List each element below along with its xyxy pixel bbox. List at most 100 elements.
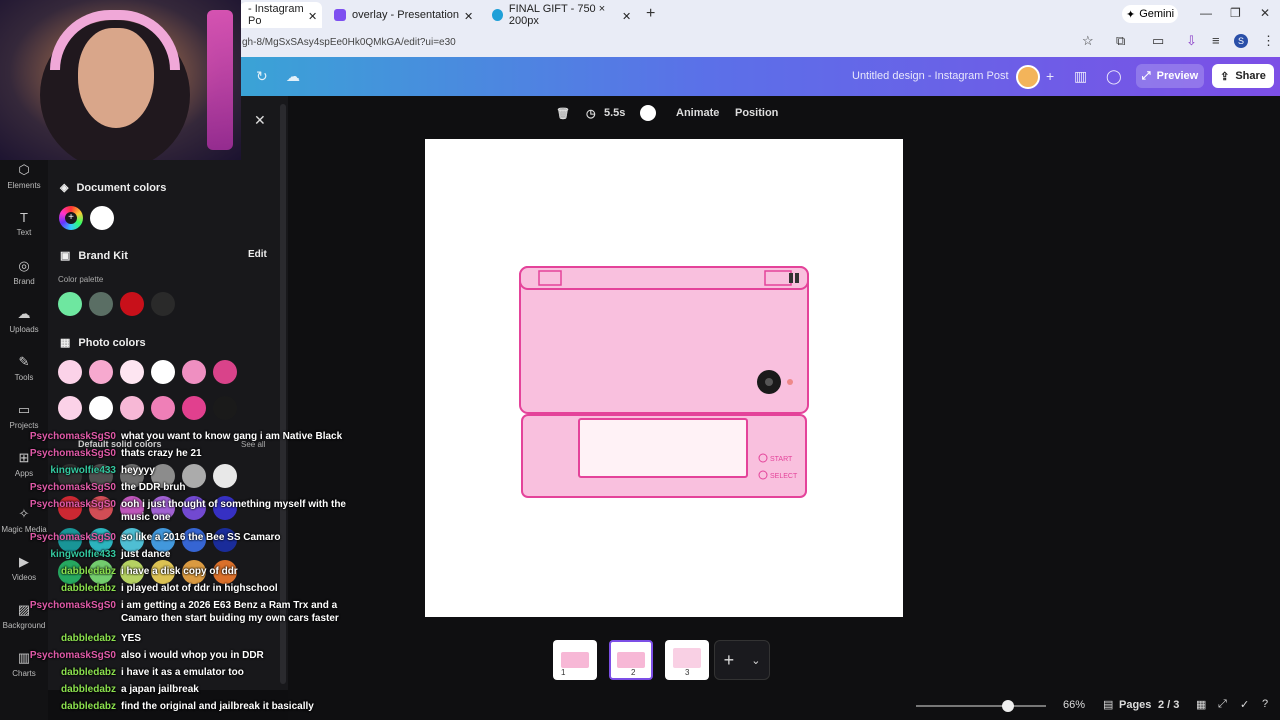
- close-icon[interactable]: ✕: [622, 5, 631, 27]
- download-icon[interactable]: ⇩: [1186, 33, 1197, 49]
- photo-color-swatch[interactable]: [182, 360, 206, 384]
- rail-label: Brand: [13, 277, 35, 286]
- photo-color-swatch[interactable]: [58, 360, 82, 384]
- brand-kit-header: ▣ Brand Kit: [60, 249, 128, 263]
- headphones: [50, 10, 180, 70]
- window-close-icon[interactable]: ✕: [1260, 6, 1270, 20]
- document-color-swatch[interactable]: [90, 206, 114, 230]
- design-canvas[interactable]: START SELECT: [425, 139, 903, 617]
- chat-username: dabbledabz: [60, 583, 116, 594]
- photo-color-swatch[interactable]: [89, 360, 113, 384]
- photo-color-swatch[interactable]: [151, 396, 175, 420]
- photo-color-swatch[interactable]: [120, 360, 144, 384]
- select-label: SELECT: [770, 473, 798, 480]
- more-icon[interactable]: ⋮: [1262, 33, 1275, 49]
- chat-username: dabbledabz: [60, 701, 116, 712]
- photo-colors-header: ▦ Photo colors: [60, 336, 146, 350]
- edit-brand-kit-link[interactable]: Edit: [248, 249, 267, 260]
- gemini-label: Gemini: [1139, 8, 1175, 20]
- animate-button[interactable]: Animate: [676, 107, 719, 119]
- photo-color-swatch[interactable]: [120, 396, 144, 420]
- sparkle-icon: ✦: [1125, 8, 1136, 21]
- tab-title: - Instagram Po: [248, 3, 304, 27]
- zoom-slider-track[interactable]: [916, 705, 1046, 707]
- redo-icon[interactable]: ↻: [256, 68, 268, 85]
- menu-icon[interactable]: ≡: [1212, 33, 1220, 48]
- chat-text: i have it as a emulator too: [121, 667, 244, 678]
- folder-icon: ▭: [17, 402, 31, 417]
- photo-color-swatch[interactable]: [58, 396, 82, 420]
- collaborator-avatar[interactable]: [1016, 65, 1040, 89]
- rail-projects[interactable]: ▭ Projects: [0, 402, 48, 430]
- page-thumbnail[interactable]: 1: [553, 640, 597, 680]
- analytics-icon[interactable]: ▥: [1074, 68, 1087, 85]
- tab-overlay[interactable]: overlay - Presentation: [326, 4, 476, 26]
- gemini-button[interactable]: ✦ Gemini: [1122, 5, 1178, 23]
- add-color-button[interactable]: +: [59, 206, 83, 230]
- brand-color-swatch[interactable]: [58, 292, 82, 316]
- profile-avatar[interactable]: S: [1234, 34, 1248, 48]
- maximize-icon[interactable]: ❐: [1230, 6, 1241, 20]
- photo-color-swatch[interactable]: [182, 396, 206, 420]
- extensions-icon[interactable]: ⧉: [1116, 33, 1125, 49]
- pages-button[interactable]: Pages: [1119, 699, 1151, 711]
- add-page-button[interactable]: + ⌄: [714, 640, 770, 680]
- chat-text: find the original and jailbreak it basic…: [121, 701, 314, 712]
- tab-title: overlay - Presentation: [352, 9, 459, 21]
- chat-username: PsychomaskSgS0: [29, 482, 116, 493]
- comment-icon[interactable]: ◯: [1106, 68, 1122, 85]
- check-icon[interactable]: ✓: [1240, 698, 1249, 711]
- bookmark-star-icon[interactable]: ☆: [1082, 33, 1094, 49]
- photo-color-swatch[interactable]: [151, 360, 175, 384]
- rail-elements[interactable]: ⬡ Elements: [0, 162, 48, 190]
- canva-favicon-icon: [334, 9, 346, 21]
- brand-color-swatch[interactable]: [151, 292, 175, 316]
- pink-handheld-illustration[interactable]: START SELECT: [425, 139, 903, 617]
- thumb-preview: [673, 648, 701, 668]
- document-colors-header: ◈ Document colors: [60, 181, 167, 195]
- close-icon[interactable]: ✕: [308, 5, 317, 27]
- rail-brand[interactable]: ◎ Brand: [0, 258, 48, 286]
- grid-view-icon[interactable]: ▦: [1196, 698, 1206, 711]
- chat-text: i played alot of ddr in highschool: [121, 583, 278, 594]
- page-thumbnail-active[interactable]: 2: [609, 640, 653, 680]
- url-text: gh-8/MgSxSAsy4spEe0Hk0QMkGA/edit?ui=e30: [242, 36, 456, 48]
- zoom-level[interactable]: 66%: [1063, 699, 1085, 711]
- page-thumbnail[interactable]: 3: [665, 640, 709, 680]
- rail-tools[interactable]: ✎ Tools: [0, 354, 48, 382]
- rail-uploads[interactable]: ☁ Uploads: [0, 306, 48, 334]
- new-tab-icon[interactable]: +: [646, 5, 655, 23]
- chat-username: dabbledabz: [60, 667, 116, 678]
- photo-color-swatch[interactable]: [213, 360, 237, 384]
- duration-value[interactable]: 5.5s: [604, 107, 625, 119]
- design-title[interactable]: Untitled design - Instagram Post: [852, 70, 1009, 82]
- page-number: 2: [631, 668, 636, 677]
- sidebar-icon[interactable]: ▭: [1152, 33, 1164, 49]
- upload-icon: ⇪: [1220, 70, 1230, 83]
- trash-icon[interactable]: 🗑: [556, 107, 570, 120]
- position-button[interactable]: Position: [735, 107, 778, 119]
- section-title: Brand Kit: [78, 249, 128, 262]
- tab-final-gift[interactable]: FINAL GIFT - 750 × 200px: [484, 3, 634, 27]
- timer-icon[interactable]: ◷: [586, 107, 596, 120]
- photo-color-swatch[interactable]: [213, 396, 237, 420]
- minimize-icon[interactable]: —: [1200, 6, 1212, 20]
- zoom-slider-thumb[interactable]: [1001, 700, 1014, 712]
- fullscreen-icon[interactable]: ⤢: [1218, 698, 1227, 711]
- cloud-save-icon[interactable]: ☁: [286, 68, 300, 85]
- photo-color-swatch[interactable]: [89, 396, 113, 420]
- preview-button[interactable]: ⤢ Preview: [1136, 64, 1204, 88]
- address-bar[interactable]: gh-8/MgSxSAsy4spEe0Hk0QMkGA/edit?ui=e30: [240, 31, 1080, 53]
- add-collaborator-icon[interactable]: +: [1046, 68, 1054, 84]
- share-button[interactable]: ⇪ Share: [1212, 64, 1274, 88]
- rail-text[interactable]: T Text: [0, 210, 48, 237]
- close-panel-icon[interactable]: ✕: [254, 112, 266, 129]
- help-icon[interactable]: ?: [1262, 698, 1268, 710]
- close-icon[interactable]: ✕: [464, 5, 473, 27]
- ring-light: [207, 10, 233, 150]
- color-swatch-button[interactable]: [640, 105, 656, 121]
- section-title: Document colors: [76, 181, 167, 194]
- brand-color-swatch[interactable]: [89, 292, 113, 316]
- brand-color-swatch[interactable]: [120, 292, 144, 316]
- chevron-down-icon[interactable]: ⌄: [751, 654, 760, 667]
